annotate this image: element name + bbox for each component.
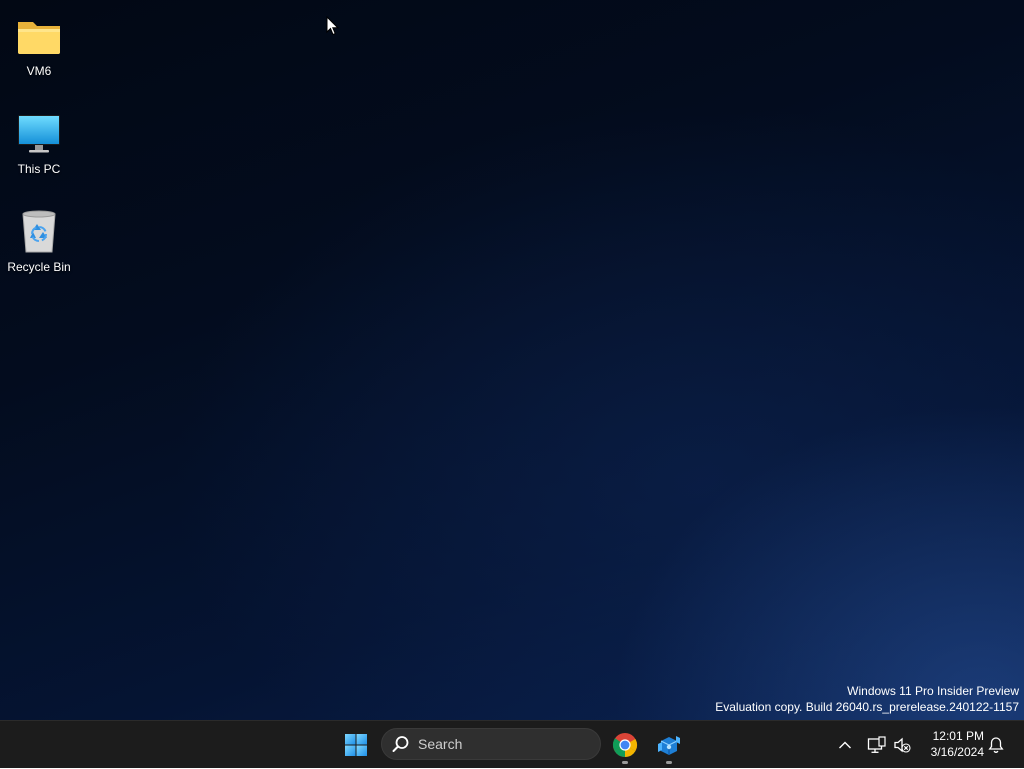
app-icon xyxy=(658,736,680,755)
recycle-bin-icon xyxy=(15,208,63,256)
taskbar: Search 12:01 PM 3/16/2024 xyxy=(0,720,1024,768)
desktop-icon-this-pc[interactable]: This PC xyxy=(4,104,74,184)
volume-muted-icon xyxy=(894,737,911,753)
chevron-up-icon xyxy=(839,741,851,749)
chrome-icon xyxy=(612,733,638,758)
desktop-icon-recycle-bin[interactable]: Recycle Bin xyxy=(4,202,74,282)
volume-tray-button[interactable] xyxy=(891,721,913,769)
clock-date: 3/16/2024 xyxy=(930,745,984,759)
watermark-build: Evaluation copy. Build 26040.rs_prerelea… xyxy=(715,700,1019,714)
network-tray-button[interactable] xyxy=(865,721,889,769)
bell-icon xyxy=(988,737,1004,753)
search-label: Search xyxy=(418,736,463,752)
desktop-icon-label: VM6 xyxy=(26,64,52,78)
watermark-edition: Windows 11 Pro Insider Preview xyxy=(847,684,1019,698)
start-button[interactable] xyxy=(336,725,376,765)
folder-icon xyxy=(15,12,63,60)
running-indicator xyxy=(666,761,672,764)
show-hidden-icons-button[interactable] xyxy=(834,721,856,769)
mouse-cursor-icon xyxy=(326,15,340,36)
notifications-button[interactable] xyxy=(985,721,1007,769)
monitor-icon xyxy=(15,110,63,158)
desktop-icon-label: Recycle Bin xyxy=(7,260,71,274)
network-icon xyxy=(867,736,886,753)
taskbar-search-box[interactable]: Search xyxy=(381,728,601,760)
running-indicator xyxy=(622,761,628,764)
desktop-icon-vm6[interactable]: VM6 xyxy=(4,6,74,86)
windows-logo-icon xyxy=(345,734,367,756)
taskbar-app-chrome[interactable] xyxy=(605,725,645,765)
windows-watermark: Windows 11 Pro Insider Preview Evaluatio… xyxy=(715,683,1019,715)
desktop-icon-label: This PC xyxy=(17,162,61,176)
clock-time: 12:01 PM xyxy=(932,729,984,743)
search-icon xyxy=(392,736,409,752)
taskbar-app-2[interactable] xyxy=(649,725,689,765)
desktop: VM6 This PC Recycle Bin Windows 11 Pro I… xyxy=(0,0,1024,720)
taskbar-clock[interactable]: 12:01 PM 3/16/2024 xyxy=(918,728,984,760)
